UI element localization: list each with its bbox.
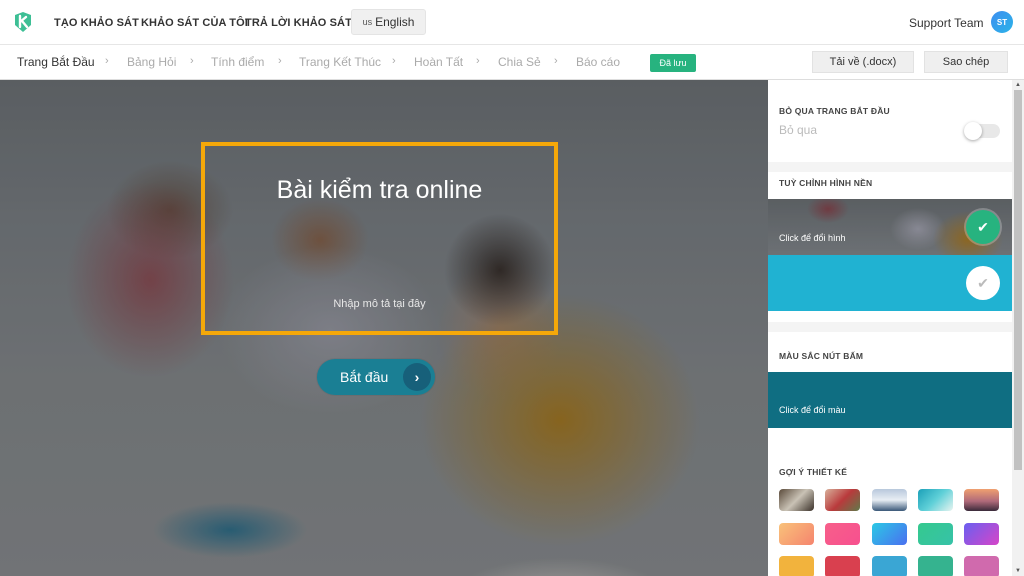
skip-start-section: BỎ QUA TRANG BẮT ĐẦU Bỏ qua <box>768 80 1012 162</box>
check-unselected-icon[interactable]: ✔ <box>966 266 1000 300</box>
step-finish[interactable]: Hoàn Tất <box>414 55 463 69</box>
language-label: English <box>375 15 415 29</box>
us-flag-icon: us <box>362 17 373 27</box>
design-swatch-sunset-lake[interactable] <box>964 489 999 511</box>
start-button-label: Bắt đầu <box>340 369 389 385</box>
design-swatch-flowers[interactable] <box>825 489 860 511</box>
button-color-option[interactable]: Click để đổi màu <box>768 372 1012 428</box>
design-swatch-gradient[interactable] <box>918 523 953 545</box>
start-button[interactable]: Bắt đầu › <box>317 359 435 395</box>
section-title: BỎ QUA TRANG BẮT ĐẦU <box>779 106 890 116</box>
description-input[interactable]: Nhập mô tả tại đây <box>205 298 554 310</box>
step-start-page[interactable]: Trang Bắt Đầu <box>17 55 95 69</box>
chevron-right-icon: › <box>190 55 194 67</box>
chevron-right-icon: › <box>554 55 558 67</box>
design-swatch-gradient[interactable] <box>964 523 999 545</box>
design-swatch-gradient[interactable] <box>779 523 814 545</box>
step-report[interactable]: Báo cáo <box>576 55 620 69</box>
design-swatch-wedding-hall[interactable] <box>779 489 814 511</box>
nav-create-survey[interactable]: TẠO KHẢO SÁT <box>54 17 139 29</box>
design-swatch-tropical-beach[interactable] <box>918 489 953 511</box>
start-page-preview: Bài kiểm tra online Nhập mô tả tại đây B… <box>0 80 768 576</box>
design-suggestions-section: GỢI Ý THIẾT KẾ <box>768 450 1012 576</box>
user-name[interactable]: Support Team <box>909 16 984 30</box>
scroll-down-icon[interactable]: ▼ <box>1012 566 1024 576</box>
step-end-page[interactable]: Trang Kết Thúc <box>299 55 381 69</box>
change-color-label: Click để đổi màu <box>779 405 846 415</box>
download-docx-button[interactable]: Tải về (.docx) <box>812 51 914 73</box>
section-title: TUỲ CHỈNH HÌNH NỀN <box>779 178 873 188</box>
language-selector[interactable]: us English <box>351 9 426 35</box>
panel-scrollbar[interactable]: ▲ ▼ <box>1012 80 1024 576</box>
step-breadcrumb: Trang Bắt Đầu › Bảng Hỏi › Tính điểm › T… <box>0 45 1024 80</box>
change-image-label: Click để đổi hình <box>779 233 846 243</box>
design-swatch-solid[interactable] <box>779 556 814 576</box>
design-swatch-gradient[interactable] <box>872 523 907 545</box>
avatar[interactable]: ST <box>991 11 1013 33</box>
chevron-right-icon: › <box>476 55 480 67</box>
chevron-right-icon: › <box>392 55 396 67</box>
chevron-right-icon: › <box>278 55 282 67</box>
settings-panel: BỎ QUA TRANG BẮT ĐẦU Bỏ qua TUỲ CHỈNH HÌ… <box>768 80 1012 576</box>
step-questionnaire[interactable]: Bảng Hỏi <box>127 55 176 69</box>
background-color-option[interactable]: ✔ <box>768 255 1012 311</box>
copy-button[interactable]: Sao chép <box>924 51 1008 73</box>
design-swatch-solid[interactable] <box>918 556 953 576</box>
design-swatch-solid[interactable] <box>825 556 860 576</box>
app-logo-icon[interactable] <box>12 11 34 33</box>
top-navbar: TẠO KHẢO SÁT KHẢO SÁT CỦA TÔI TRẢ LỜI KH… <box>0 0 1024 45</box>
nav-my-surveys[interactable]: KHẢO SÁT CỦA TÔI <box>141 17 248 29</box>
scroll-up-icon[interactable]: ▲ <box>1012 80 1024 90</box>
design-swatch-solid[interactable] <box>872 556 907 576</box>
background-image-option[interactable]: Click để đổi hình ✔ <box>768 199 1012 255</box>
skip-label: Bỏ qua <box>779 123 818 137</box>
survey-title[interactable]: Bài kiểm tra online <box>205 176 554 205</box>
chevron-right-icon: › <box>403 363 431 391</box>
step-scoring[interactable]: Tính điểm <box>211 55 264 69</box>
design-swatch-sea-cliffs[interactable] <box>872 489 907 511</box>
title-description-box[interactable]: Bài kiểm tra online Nhập mô tả tại đây <box>201 142 558 335</box>
section-title: GỢI Ý THIẾT KẾ <box>779 467 848 477</box>
step-share[interactable]: Chia Sẻ <box>498 55 541 69</box>
check-selected-icon[interactable]: ✔ <box>966 210 1000 244</box>
toggle-knob <box>964 122 982 140</box>
design-swatch-solid[interactable] <box>964 556 999 576</box>
scroll-thumb[interactable] <box>1014 90 1022 470</box>
section-title: MÀU SẮC NÚT BẤM <box>779 351 864 361</box>
nav-answer-survey[interactable]: TRẢ LỜI KHẢO SÁT <box>245 17 352 29</box>
skip-toggle[interactable] <box>964 122 1000 140</box>
chevron-right-icon: › <box>105 55 109 67</box>
design-swatch-gradient[interactable] <box>825 523 860 545</box>
saved-badge: Đã lưu <box>650 54 696 72</box>
